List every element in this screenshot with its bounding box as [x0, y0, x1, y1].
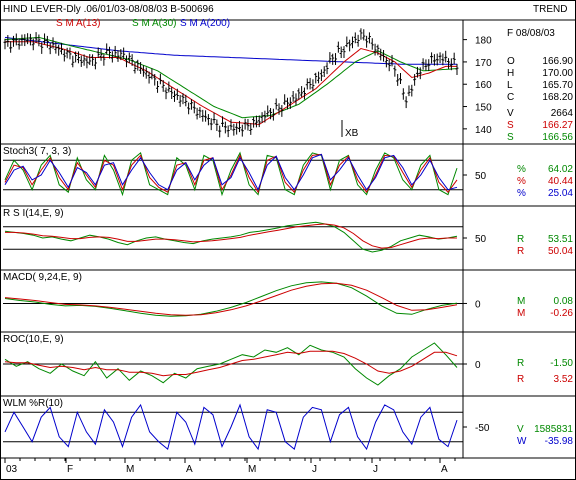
sma30-line — [4, 36, 458, 119]
wpr-series-line — [4, 403, 458, 451]
readout-key: C — [507, 92, 514, 103]
y-tick-label: 140 — [475, 125, 492, 136]
rsi-readout-value: 53.51 — [548, 234, 573, 245]
stoch-readout-key: % — [517, 188, 526, 199]
price-legend-entry: S M A(13) — [56, 18, 100, 29]
readout-key: S — [507, 120, 514, 131]
y-tick-label: 50 — [475, 234, 487, 245]
readout-value: 165.70 — [542, 80, 573, 91]
readout-value: 166.90 — [542, 56, 573, 67]
price-bars — [3, 28, 459, 138]
roc-readout-key: R — [517, 374, 524, 385]
stoch-readout-value: 25.04 — [548, 188, 573, 199]
y-tick-label: 0 — [475, 360, 481, 371]
rsi-readout-value: 50.04 — [548, 246, 573, 257]
y-tick-label: 0 — [475, 299, 481, 310]
macd-readout-key: M — [517, 296, 525, 307]
y-tick-label: 160 — [475, 80, 492, 91]
wpr-readout-key: W — [517, 436, 527, 447]
roc-title: ROC(10,E, 9) — [3, 334, 64, 345]
panel-frames — [0, 0, 576, 480]
readout-key: H — [507, 68, 514, 79]
readout-value: 166.56 — [542, 132, 573, 143]
x-tick-label: F — [67, 464, 73, 475]
stoch-readout-key: % — [517, 164, 526, 175]
price-legend-entry: S M A(30) — [132, 18, 176, 29]
sma13-line — [5, 41, 457, 125]
xb-annotation: XB — [345, 128, 359, 139]
chart-title: HIND LEVER-Dly .06/01/03-08/08/03 B-5006… — [3, 4, 214, 15]
readout-key: L — [507, 80, 513, 91]
y-tick-label: 180 — [475, 36, 492, 47]
y-tick-label: -50 — [475, 423, 490, 434]
chart-window: S M A(13) S M A(30) S M A(200) XB 140 150 160 1… — [0, 0, 576, 480]
macd-series-line — [4, 281, 458, 317]
x-tick-label: A — [441, 464, 448, 475]
macd-readout-value: 0.08 — [554, 296, 574, 307]
y-tick-label: 170 — [475, 58, 492, 69]
mode-label: TREND — [533, 4, 567, 15]
stoch-series-line — [4, 151, 458, 197]
chart-labels: S M A(13) S M A(30) S M A(200) XB 140 150 160 1… — [3, 18, 573, 475]
x-tick-label: M — [248, 464, 256, 475]
reference-lines — [3, 159, 463, 443]
roc-readout-key: R — [517, 358, 524, 369]
x-tick-label: J — [373, 464, 378, 475]
y-tick-label: 50 — [475, 171, 487, 182]
price-legend-entry: S M A(200) — [180, 18, 230, 29]
macd-series-line — [4, 282, 458, 316]
roc-readout-value: 3.52 — [554, 374, 574, 385]
stoch-title: Stoch3( 7, 3, 3) — [3, 146, 71, 157]
stoch-readout-key: % — [517, 176, 526, 187]
wpr-readout-value: 1585831 — [534, 424, 573, 435]
rsi-readout-key: R — [517, 234, 524, 245]
readout-key: V — [507, 108, 514, 119]
roc-series-line — [4, 350, 458, 377]
macd-readout-key: M — [517, 308, 525, 319]
x-tick-label: J — [312, 464, 317, 475]
wpr-readout-key: V — [517, 424, 524, 435]
x-tick-label: A — [186, 464, 193, 475]
readout-value: 166.27 — [542, 120, 573, 131]
x-tick-label: 03 — [6, 464, 18, 475]
readout-value: 2664 — [551, 108, 574, 119]
roc-readout-value: -1.50 — [550, 358, 573, 369]
readout-value: 168.20 — [542, 92, 573, 103]
y-tick-label: 150 — [475, 103, 492, 114]
rsi-series-line — [5, 223, 457, 249]
readout-key: O — [507, 56, 515, 67]
stoch-readout-value: 64.02 — [548, 164, 573, 175]
x-tick-label: M — [126, 464, 134, 475]
readout-key: S — [507, 132, 514, 143]
indicator-series — [4, 36, 458, 451]
wpr-readout-value: -35.98 — [545, 436, 574, 447]
readout-date: F 08/08/03 — [507, 28, 555, 39]
stoch-series-line — [4, 153, 458, 191]
wpr-title: WLM %R(10) — [3, 398, 63, 409]
stoch-readout-value: 40.44 — [548, 176, 573, 187]
macd-readout-value: -0.26 — [550, 308, 573, 319]
macd-title: MACD( 9,24,E, 9) — [3, 272, 82, 283]
outer-border — [0, 0, 576, 480]
readout-value: 170.00 — [542, 68, 573, 79]
rsi-readout-key: R — [517, 246, 524, 257]
rsi-title: R S I(14,E, 9) — [3, 208, 64, 219]
stock-chart: S M A(13) S M A(30) S M A(200) XB 140 150 160 1… — [0, 0, 576, 480]
